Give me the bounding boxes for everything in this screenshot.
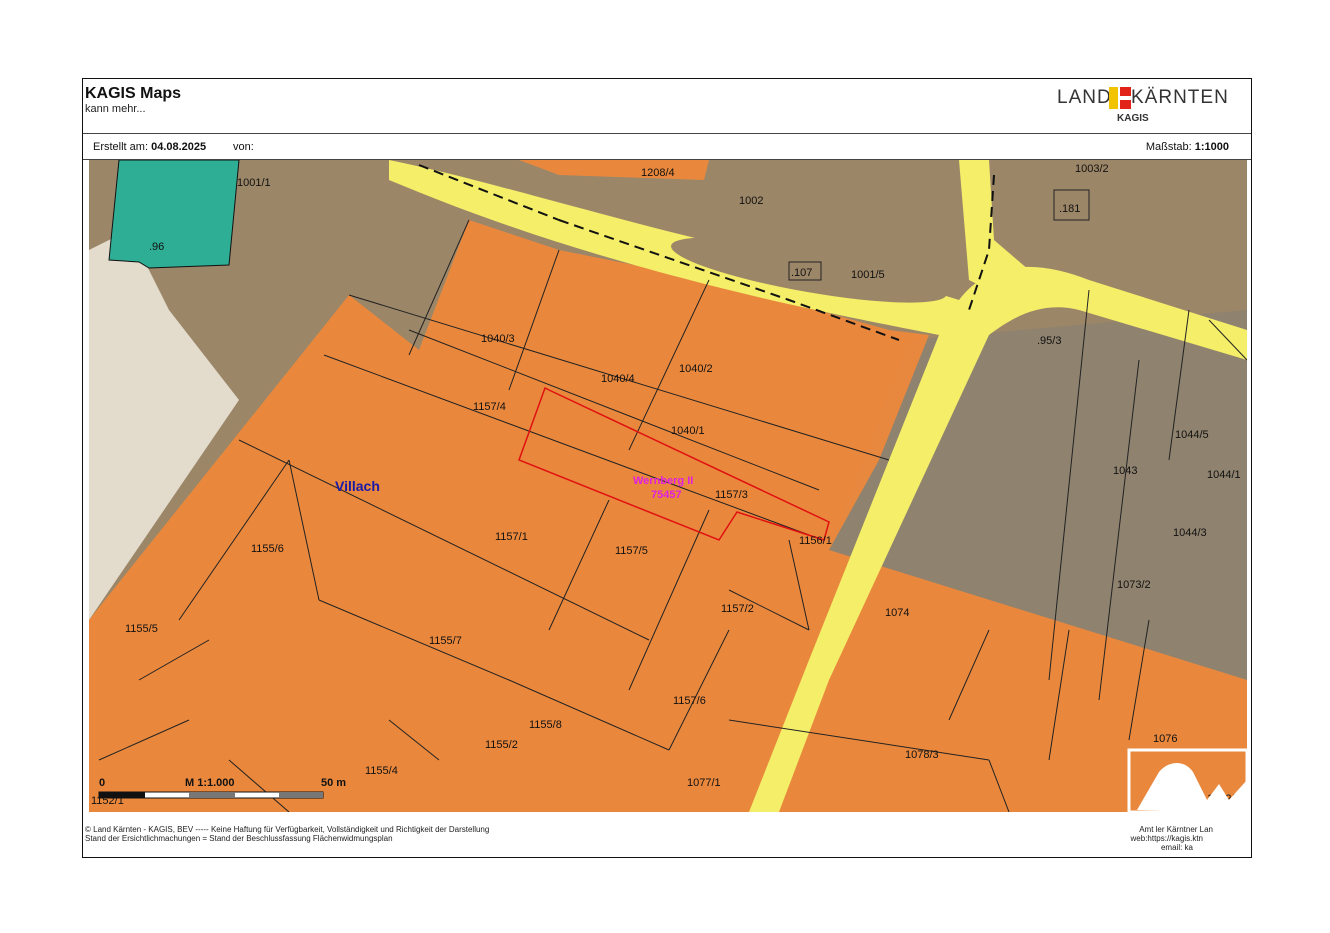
parcel-label: 1073/2 bbox=[1117, 579, 1151, 591]
parcel-label: 1077/1 bbox=[687, 777, 721, 789]
map-svg[interactable]: 1001/1 .96 1208/4 1002 1003/2 .181 .107 … bbox=[89, 160, 1247, 812]
parcel-label: 1157/6 bbox=[673, 695, 706, 707]
parcel-label: .96 bbox=[149, 241, 164, 253]
parcel-label: 1074 bbox=[885, 607, 909, 619]
footer-note: Stand der Ersichtlichmachungen = Stand d… bbox=[85, 834, 393, 843]
parcel-label: 1040/2 bbox=[679, 363, 713, 375]
created-info: Erstellt am: 04.08.2025 bbox=[93, 141, 207, 153]
footer-contact-1: Amt ler Kärntner Lan bbox=[1139, 825, 1213, 834]
parcel-label: 1040/4 bbox=[601, 373, 635, 385]
logo-kaernten-text: KÄRNTEN bbox=[1131, 87, 1229, 108]
app-subtitle: kann mehr... bbox=[85, 103, 146, 115]
parcel-label: 1044/1 bbox=[1207, 469, 1241, 481]
town-label: Villach bbox=[335, 478, 380, 494]
parcel-label: .107 bbox=[791, 267, 812, 279]
footer-contact-2: web:https://kagis.ktn bbox=[1130, 834, 1203, 843]
header: KAGIS Maps kann mehr... LAND KÄRNTEN KAG… bbox=[83, 79, 1251, 134]
land-kaernten-logo: LAND KÄRNTEN KAGIS bbox=[1049, 85, 1239, 129]
logo-mark-icon bbox=[1109, 87, 1131, 109]
scale-value: 1:1000 bbox=[1194, 141, 1229, 153]
parcel-label: 1078/3 bbox=[905, 749, 939, 761]
scale-info: Maßstab: 1:1000 bbox=[1145, 141, 1229, 153]
cadastral-name: Wernberg II bbox=[633, 475, 693, 487]
footer-contact-3: email: ka bbox=[1160, 843, 1193, 852]
teal-zone bbox=[108, 160, 240, 269]
created-date: 04.08.2025 bbox=[151, 141, 207, 153]
parcel-label: 1157/2 bbox=[721, 603, 754, 615]
parcel-label: 1155/6 bbox=[251, 543, 284, 555]
logo-kagis-text: KAGIS bbox=[1117, 113, 1149, 124]
parcel-label: 1155/4 bbox=[365, 765, 398, 777]
parcel-label: 1208/4 bbox=[641, 167, 675, 179]
scalebar-ratio: M 1:1.000 bbox=[185, 777, 235, 789]
author-label: von: bbox=[233, 141, 254, 153]
logo-land-text: LAND bbox=[1057, 87, 1112, 108]
parcel-label: 1157/3 bbox=[715, 489, 748, 501]
scalebar-zero: 0 bbox=[99, 777, 105, 789]
info-bar: Erstellt am: 04.08.2025 von: Maßstab: 1:… bbox=[83, 133, 1251, 160]
parcel-label: .95/3 bbox=[1037, 335, 1061, 347]
footer-disclaimer: © Land Kärnten - KAGIS, BEV ----- Keine … bbox=[85, 825, 490, 834]
parcel-label: 1001/5 bbox=[851, 269, 885, 281]
parcel-label: 1040/3 bbox=[481, 333, 515, 345]
scalebar-distance: 50 m bbox=[321, 777, 346, 789]
parcel-label: 1156/1 bbox=[799, 535, 832, 547]
parcel-label: 1001/1 bbox=[237, 177, 271, 189]
parcel-label: 1155/8 bbox=[529, 719, 562, 731]
parcel-label: .181 bbox=[1059, 203, 1080, 215]
parcel-label: 1044/5 bbox=[1175, 429, 1209, 441]
app-title: KAGIS Maps bbox=[85, 85, 182, 102]
parcel-label: 1157/5 bbox=[615, 545, 648, 557]
footer: © Land Kärnten - KAGIS, BEV ----- Keine … bbox=[83, 825, 1251, 859]
parcel-label: 1155/7 bbox=[429, 635, 462, 647]
map-printout: KAGIS Maps kann mehr... LAND KÄRNTEN KAG… bbox=[82, 78, 1252, 858]
parcel-label: 1076 bbox=[1153, 733, 1177, 745]
parcel-label: 1155/5 bbox=[125, 623, 158, 635]
cadastral-number: 75457 bbox=[651, 489, 682, 501]
parcel-label: 1157/1 bbox=[495, 531, 528, 543]
parcel-label: 1157/4 bbox=[473, 401, 506, 413]
parcel-label: 1043 bbox=[1113, 465, 1137, 477]
parcel-label: 1044/3 bbox=[1173, 527, 1207, 539]
parcel-label: 1040/1 bbox=[671, 425, 705, 437]
parcel-label: 1002 bbox=[739, 195, 763, 207]
parcel-label: 1155/2 bbox=[485, 739, 518, 751]
parcel-label: 1003/2 bbox=[1075, 163, 1109, 175]
map-canvas[interactable]: 1001/1 .96 1208/4 1002 1003/2 .181 .107 … bbox=[89, 160, 1247, 812]
